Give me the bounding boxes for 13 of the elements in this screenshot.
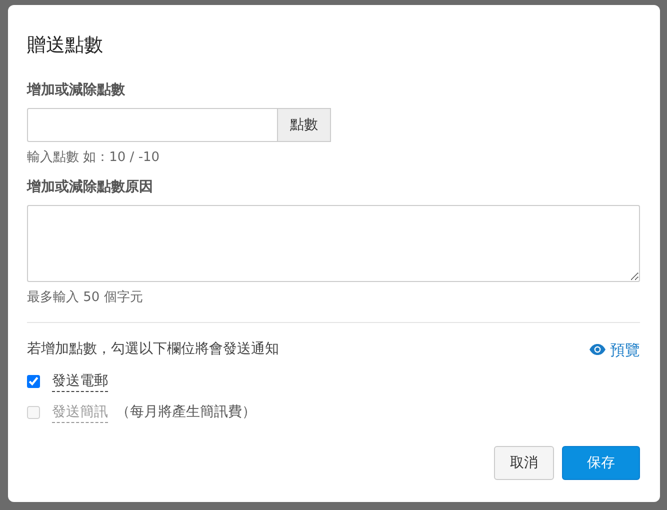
cancel-button[interactable]: 取消: [494, 446, 554, 480]
notify-text: 若增加點數，勾選以下欄位將會發送通知: [27, 340, 279, 360]
field-label: 增加或減除點數原因: [27, 178, 154, 197]
field-label: 增加或減除點數: [27, 80, 126, 100]
checkbox-label[interactable]: 發送電郵: [52, 371, 108, 392]
checkbox[interactable]: [27, 375, 40, 388]
help-text: 輸入點數 如：10 / -10: [27, 148, 161, 166]
preview-link[interactable]: 預覽: [589, 338, 640, 361]
reason-textarea[interactable]: [27, 205, 640, 282]
eye-icon: [589, 344, 606, 356]
option-note: （每月將產生簡訊費）: [116, 403, 256, 422]
modal-title: 贈送點數: [27, 33, 104, 58]
help-text: 最多輸入 50 個字元: [27, 289, 144, 307]
